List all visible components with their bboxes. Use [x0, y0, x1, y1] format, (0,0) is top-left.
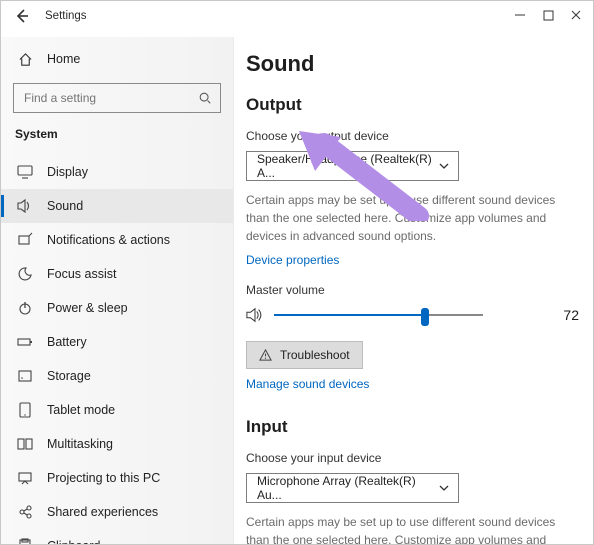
sidebar-item-sound[interactable]: Sound	[1, 189, 233, 223]
project-icon	[17, 470, 33, 486]
header-title: Settings	[45, 10, 87, 22]
shared-icon	[17, 504, 33, 520]
sidebar-item-clipboard[interactable]: Clipboard	[1, 529, 233, 544]
master-volume-slider[interactable]	[274, 305, 483, 325]
sidebar-item-bell[interactable]: Notifications & actions	[1, 223, 233, 257]
search-input[interactable]	[22, 90, 182, 106]
bell-icon	[17, 232, 33, 248]
input-device-dropdown[interactable]: Microphone Array (Realtek(R) Au...	[246, 473, 459, 503]
master-volume-label: Master volume	[246, 283, 579, 297]
sidebar-item-label: Power & sleep	[47, 301, 128, 315]
page-title: Sound	[246, 51, 579, 77]
input-heading: Input	[246, 417, 579, 437]
sound-icon	[17, 198, 33, 214]
sidebar-item-storage[interactable]: Storage	[1, 359, 233, 393]
window-close-button[interactable]	[569, 8, 583, 22]
sidebar-item-shared[interactable]: Shared experiences	[1, 495, 233, 529]
sidebar-item-label: Battery	[47, 335, 87, 349]
sidebar-home[interactable]: Home	[1, 43, 233, 73]
back-button[interactable]	[13, 7, 31, 25]
input-device-value: Microphone Array (Realtek(R) Au...	[257, 474, 438, 502]
input-hint-text: Certain apps may be set up to use differ…	[246, 513, 566, 544]
home-icon	[17, 51, 33, 67]
sidebar-item-label: Tablet mode	[47, 403, 115, 417]
sidebar-item-multitask[interactable]: Multitasking	[1, 427, 233, 461]
troubleshoot-button[interactable]: Troubleshoot	[246, 341, 363, 369]
battery-icon	[17, 334, 33, 350]
sidebar-item-label: Display	[47, 165, 88, 179]
chevron-down-icon	[438, 482, 450, 494]
window-maximize-button[interactable]	[541, 8, 555, 22]
sidebar-item-tablet[interactable]: Tablet mode	[1, 393, 233, 427]
storage-icon	[17, 368, 33, 384]
search-icon	[198, 91, 212, 105]
volume-icon	[246, 307, 264, 323]
sidebar-item-label: Focus assist	[47, 267, 116, 281]
output-device-properties-link[interactable]: Device properties	[246, 253, 339, 267]
sidebar: Home System Display Sound Notifications & …	[1, 37, 234, 544]
sidebar-item-label: Sound	[47, 199, 83, 213]
master-volume-value: 72	[563, 307, 579, 323]
sidebar-item-battery[interactable]: Battery	[1, 325, 233, 359]
sidebar-item-label: Shared experiences	[47, 505, 158, 519]
sidebar-item-display[interactable]: Display	[1, 155, 233, 189]
output-device-label: Choose your output device	[246, 129, 579, 143]
output-device-dropdown[interactable]: Speaker/Headphone (Realtek(R) A...	[246, 151, 459, 181]
troubleshoot-label: Troubleshoot	[280, 348, 350, 362]
input-device-label: Choose your input device	[246, 451, 579, 465]
sidebar-home-label: Home	[47, 52, 80, 66]
sidebar-item-label: Multitasking	[47, 437, 113, 451]
moon-icon	[17, 266, 33, 282]
output-device-value: Speaker/Headphone (Realtek(R) A...	[257, 152, 438, 180]
window-minimize-button[interactable]	[513, 8, 527, 22]
sidebar-item-power[interactable]: Power & sleep	[1, 291, 233, 325]
header: Settings	[13, 7, 87, 25]
multitask-icon	[17, 436, 33, 452]
search-box[interactable]	[13, 83, 221, 113]
tablet-icon	[17, 402, 33, 418]
sidebar-item-label: Clipboard	[47, 539, 101, 544]
chevron-down-icon	[438, 160, 450, 172]
sidebar-item-project[interactable]: Projecting to this PC	[1, 461, 233, 495]
titlebar	[1, 1, 593, 29]
warning-icon	[259, 349, 272, 362]
output-heading: Output	[246, 95, 579, 115]
sidebar-item-label: Notifications & actions	[47, 233, 170, 247]
main-content: Sound Output Choose your output device S…	[246, 37, 587, 544]
sidebar-group-label: System	[1, 125, 233, 155]
clipboard-icon	[17, 538, 33, 544]
output-hint-text: Certain apps may be set up to use differ…	[246, 191, 566, 245]
display-icon	[17, 164, 33, 180]
power-icon	[17, 300, 33, 316]
sidebar-item-moon[interactable]: Focus assist	[1, 257, 233, 291]
manage-sound-devices-link[interactable]: Manage sound devices	[246, 377, 369, 391]
sidebar-item-label: Projecting to this PC	[47, 471, 160, 485]
sidebar-item-label: Storage	[47, 369, 91, 383]
